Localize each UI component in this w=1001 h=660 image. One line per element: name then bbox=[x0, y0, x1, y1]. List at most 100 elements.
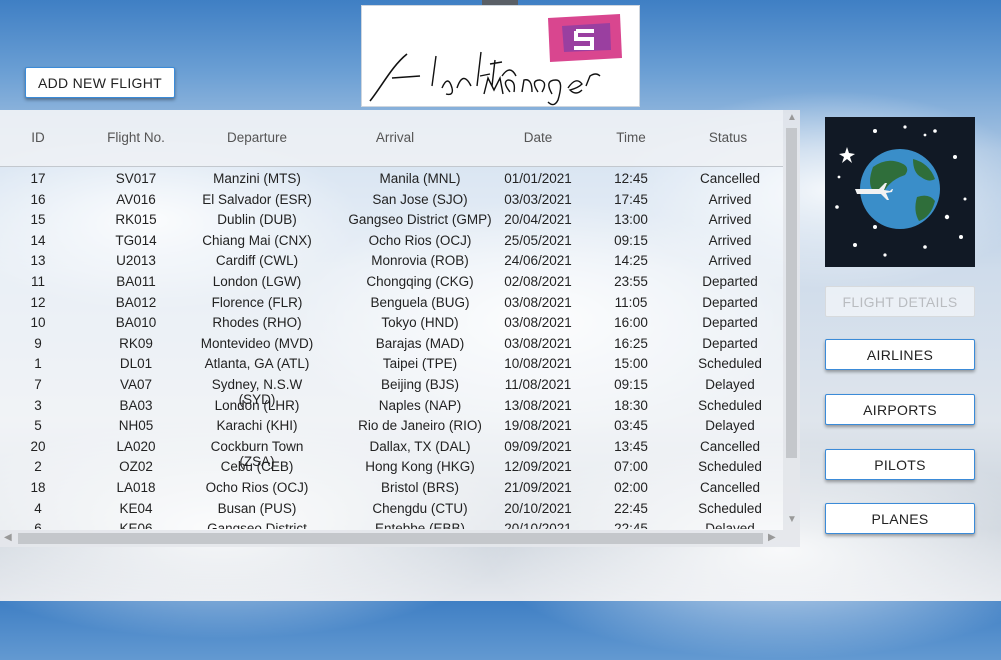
cell-time: 17:45 bbox=[614, 191, 648, 207]
cell-date: 20/04/2021 bbox=[504, 212, 572, 228]
cell-flight-no: BA010 bbox=[115, 315, 157, 331]
table-row[interactable]: 11 BA011 London (LGW) Chongqing (CKG) 02/08/… bbox=[0, 272, 783, 293]
table-row[interactable]: 20 LA020 Cockburn Town (ZSA) Dallax, TX (DA… bbox=[0, 437, 783, 469]
cell-status: Cancelled bbox=[699, 480, 761, 495]
cell-time: 09:15 bbox=[614, 232, 648, 248]
earth-with-airplane-icon bbox=[825, 117, 975, 267]
cell-departure: Gangseo District (GMP) bbox=[207, 521, 307, 529]
table-row[interactable]: 2 OZ02 Cebu (CEB) Hong Kong (HKG) 12/09/2021… bbox=[0, 457, 783, 478]
cell-flight-no: KE04 bbox=[119, 500, 153, 516]
cell-flight-no: SV017 bbox=[115, 171, 157, 186]
cell-flight-no: VA07 bbox=[119, 377, 153, 392]
cell-id: 20 bbox=[30, 438, 46, 454]
cell-status: Delayed bbox=[705, 377, 755, 392]
table-row[interactable]: 4 KE04 Busan (PUS) Chengdu (CTU) 20/10/2021 2… bbox=[0, 499, 783, 520]
flight-details-button[interactable]: FLIGHT DETAILS bbox=[825, 286, 975, 317]
cell-id: 12 bbox=[30, 294, 46, 310]
cell-status: Scheduled bbox=[698, 356, 762, 372]
cell-departure: Atlanta, GA (ATL) bbox=[204, 356, 310, 372]
cell-time: 22:45 bbox=[614, 500, 648, 516]
horizontal-scroll-thumb[interactable] bbox=[18, 533, 763, 544]
cell-id: 10 bbox=[30, 315, 46, 331]
cell-date: 19/08/2021 bbox=[504, 418, 572, 434]
cell-departure: Manzini (MTS) bbox=[213, 171, 301, 186]
table-row[interactable]: 13 U2013 Cardiff (CWL) Monrovia (ROB) 24/06/… bbox=[0, 251, 783, 272]
cell-time: 15:00 bbox=[614, 356, 648, 372]
column-header-flight-no[interactable]: Flight No. bbox=[76, 130, 196, 145]
table-row[interactable]: 6 KE06 Gangseo District (GMP) Entebbe (EBB)… bbox=[0, 519, 783, 529]
cell-arrival: San Jose (SJO) bbox=[372, 191, 468, 207]
cell-status: Delayed bbox=[705, 418, 755, 434]
cell-flight-no: DL01 bbox=[119, 356, 153, 372]
cell-departure: London (LGW) bbox=[212, 274, 302, 289]
cell-time: 18:30 bbox=[614, 397, 648, 413]
planes-button[interactable]: PLANES bbox=[825, 503, 975, 534]
cell-time: 12:45 bbox=[614, 171, 648, 186]
arrow-left-icon[interactable]: ◀ bbox=[4, 533, 12, 543]
cell-id: 4 bbox=[34, 500, 42, 516]
cell-arrival: Taipei (TPE) bbox=[382, 356, 458, 372]
table-row[interactable]: 7 VA07 Sydney, N.S.W (SYD) Beijing (BJS) 11/… bbox=[0, 375, 783, 407]
arrow-down-icon[interactable]: ▼ bbox=[787, 515, 797, 525]
cell-date: 21/09/2021 bbox=[504, 480, 572, 495]
column-header-id[interactable]: ID bbox=[0, 130, 76, 145]
table-row[interactable]: 16 AV016 El Salvador (ESR) San Jose (SJO) 03… bbox=[0, 190, 783, 211]
airports-button[interactable]: AIRPORTS bbox=[825, 394, 975, 425]
cell-id: 1 bbox=[34, 356, 42, 372]
table-row[interactable]: 18 LA018 Ocho Rios (OCJ) Bristol (BRS) 21/09… bbox=[0, 478, 783, 499]
column-header-date[interactable]: Date bbox=[488, 130, 588, 145]
grid-header: ID Flight No. Departure Arrival Date Tim… bbox=[0, 110, 783, 167]
cell-arrival: Ocho Rios (OCJ) bbox=[368, 232, 472, 248]
table-row[interactable]: 5 NH05 Karachi (KHI) Rio de Janeiro (RIO) 19… bbox=[0, 416, 783, 437]
cell-time: 03:45 bbox=[614, 418, 648, 434]
table-row[interactable]: 9 RK09 Montevideo (MVD) Barajas (MAD) 03/08/… bbox=[0, 334, 783, 355]
grid-body: 17 SV017 Manzini (MTS) Manila (MNL) 01/01/20… bbox=[0, 167, 783, 529]
pilots-button[interactable]: PILOTS bbox=[825, 449, 975, 480]
horizontal-scrollbar[interactable]: ◀ ▶ bbox=[0, 530, 783, 547]
arrow-right-icon[interactable]: ▶ bbox=[768, 533, 776, 543]
cell-flight-no: BA011 bbox=[116, 274, 156, 289]
column-header-status[interactable]: Status bbox=[676, 130, 780, 145]
cell-time: 02:00 bbox=[614, 480, 648, 495]
cell-flight-no: AV016 bbox=[116, 191, 156, 207]
column-header-arrival[interactable]: Arrival bbox=[342, 130, 448, 145]
cell-date: 10/08/2021 bbox=[504, 356, 572, 372]
cell-departure: Karachi (KHI) bbox=[216, 418, 298, 434]
cell-status: Departed bbox=[702, 335, 758, 351]
vertical-scrollbar[interactable]: ▲ ▼ bbox=[783, 110, 800, 530]
add-new-flight-button[interactable]: ADD NEW FLIGHT bbox=[25, 67, 175, 98]
vertical-scroll-thumb[interactable] bbox=[786, 128, 797, 458]
column-header-time[interactable]: Time bbox=[594, 130, 668, 145]
scrollbar-corner bbox=[783, 530, 800, 547]
cell-flight-no: LA018 bbox=[116, 480, 156, 495]
cell-arrival: Chengdu (CTU) bbox=[372, 500, 468, 516]
cell-status: Delayed bbox=[705, 521, 755, 529]
app-logo bbox=[361, 5, 640, 107]
cell-flight-no: BA012 bbox=[115, 294, 157, 310]
cell-arrival: Rio de Janeiro (RIO) bbox=[358, 418, 482, 434]
airlines-button[interactable]: AIRLINES bbox=[825, 339, 975, 370]
table-row[interactable]: 12 BA012 Florence (FLR) Benguela (BUG) 03/08… bbox=[0, 293, 783, 314]
column-header-departure[interactable]: Departure bbox=[196, 130, 318, 145]
table-row[interactable]: 1 DL01 Atlanta, GA (ATL) Taipei (TPE) 10/08/… bbox=[0, 354, 783, 375]
cell-status: Arrived bbox=[708, 191, 752, 207]
table-row[interactable]: 15 RK015 Dublin (DUB) Gangseo District (GMP… bbox=[0, 210, 783, 231]
cell-departure: Cebu (CEB) bbox=[220, 459, 294, 475]
cell-flight-no: TG014 bbox=[115, 232, 157, 248]
cell-time: 11:05 bbox=[614, 294, 648, 310]
cell-departure: Cardiff (CWL) bbox=[215, 253, 299, 269]
table-row[interactable]: 10 BA010 Rhodes (RHO) Tokyo (HND) 03/08/2021… bbox=[0, 313, 783, 334]
table-row[interactable]: 14 TG014 Chiang Mai (CNX) Ocho Rios (OCJ) 25… bbox=[0, 231, 783, 252]
cell-flight-no: KE06 bbox=[119, 521, 153, 529]
table-row[interactable]: 17 SV017 Manzini (MTS) Manila (MNL) 01/01/20… bbox=[0, 169, 783, 190]
cell-arrival: Naples (NAP) bbox=[378, 397, 462, 413]
arrow-up-icon[interactable]: ▲ bbox=[787, 113, 797, 123]
cell-id: 2 bbox=[34, 459, 42, 475]
cell-status: Departed bbox=[702, 274, 758, 289]
cell-arrival: Tokyo (HND) bbox=[381, 315, 459, 331]
cell-time: 14:25 bbox=[614, 253, 648, 269]
table-row[interactable]: 3 BA03 London (LHR) Naples (NAP) 13/08/2021 1… bbox=[0, 396, 783, 417]
flights-grid[interactable]: ID Flight No. Departure Arrival Date Tim… bbox=[0, 110, 800, 547]
cell-id: 9 bbox=[34, 335, 42, 351]
cell-date: 11/08/2021 bbox=[504, 377, 572, 392]
